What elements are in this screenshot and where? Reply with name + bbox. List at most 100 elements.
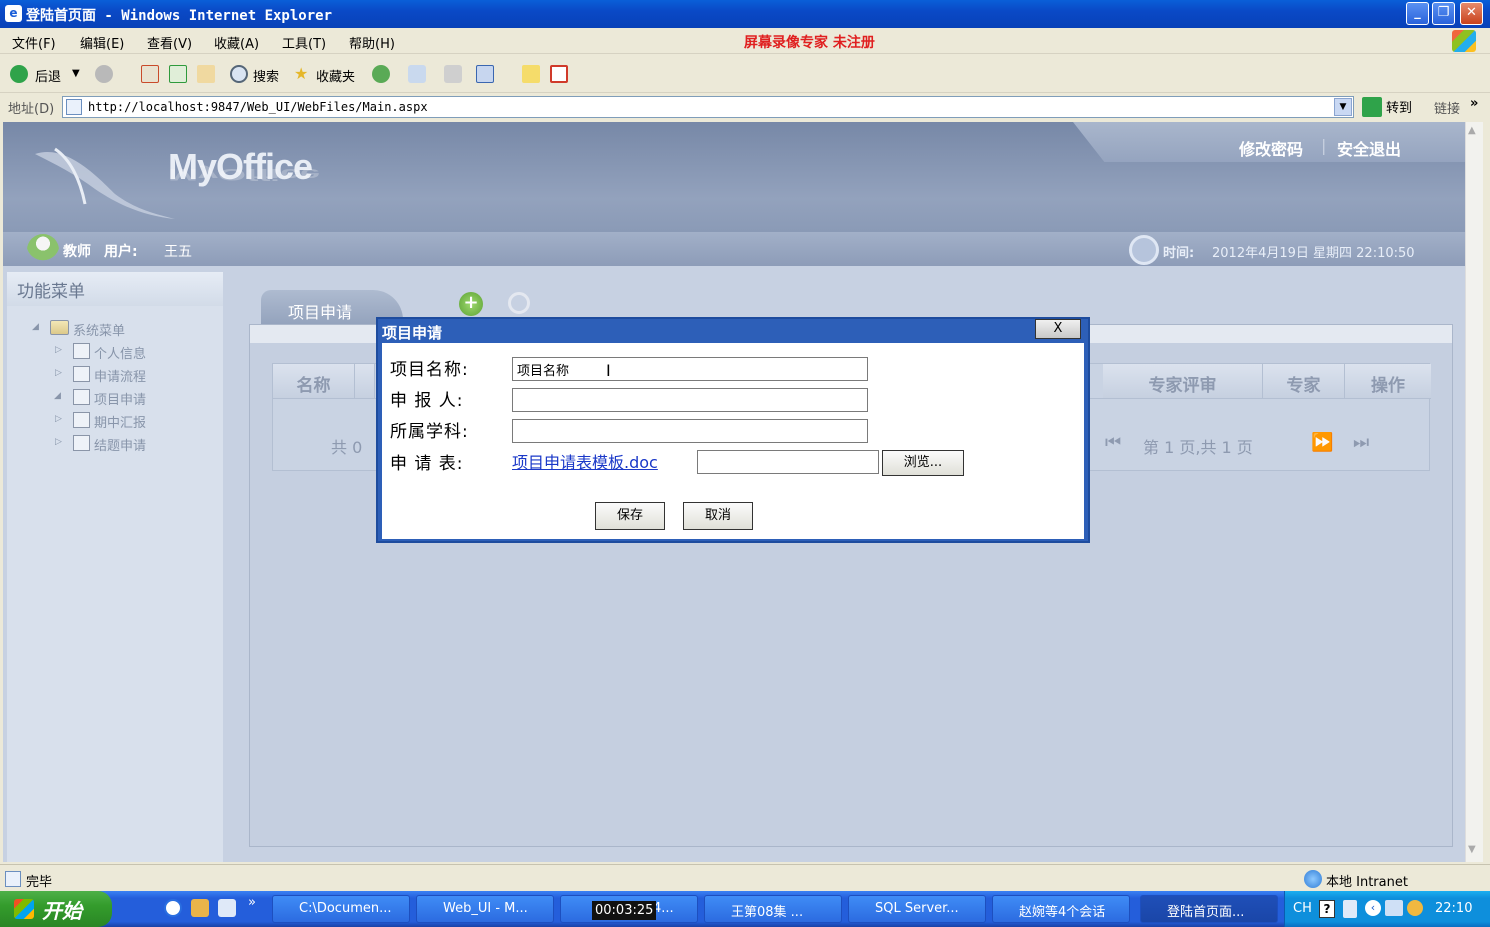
search-magnifier-icon[interactable]: [508, 292, 530, 314]
quicklaunch-media-icon[interactable]: [191, 899, 209, 917]
refresh-icon[interactable]: [169, 65, 187, 83]
logout-link[interactable]: 安全退出: [1337, 136, 1401, 160]
tray-qq-icon[interactable]: [1407, 900, 1423, 916]
add-icon[interactable]: +: [459, 292, 483, 316]
cancel-button[interactable]: 取消: [683, 502, 753, 530]
quicklaunch-ie-icon[interactable]: [164, 899, 182, 917]
grid-header-action[interactable]: 操作: [1345, 364, 1431, 398]
text-cursor-icon: I: [606, 361, 611, 380]
start-label: 开始: [42, 899, 82, 923]
file-path-input[interactable]: [697, 450, 879, 474]
tree-item-label: 期中汇报: [94, 416, 147, 431]
menu-favorites[interactable]: 收藏(A): [214, 33, 259, 52]
forward-arrow-icon[interactable]: [95, 65, 113, 83]
grid-header-expert-review[interactable]: 专家评审: [1103, 364, 1263, 398]
project-apply-dialog: 项目申请 X 项目名称: I 申 报 人: 所属学科: 申 请 表: 项目申请表…: [376, 317, 1090, 543]
document-icon: [73, 435, 90, 451]
collapse-arrow-icon[interactable]: ▷: [55, 414, 62, 424]
grid-header-col2[interactable]: [355, 364, 375, 398]
template-download-link[interactable]: 项目申请表模板.doc: [512, 449, 658, 473]
mail-icon[interactable]: [408, 65, 426, 83]
tree-item-project-apply[interactable]: ◢ 项目申请: [7, 387, 223, 409]
tree-root[interactable]: ◢ 系统菜单: [7, 318, 223, 340]
tray-usb-icon[interactable]: [1343, 900, 1357, 918]
expand-arrow-icon[interactable]: ◢: [54, 391, 61, 401]
quicklaunch-more-icon[interactable]: »: [248, 895, 256, 910]
menu-view[interactable]: 查看(V): [147, 33, 192, 52]
favorites-star-icon[interactable]: ★: [294, 64, 308, 83]
favorites-button[interactable]: 收藏夹: [316, 66, 355, 85]
edit-icon[interactable]: [476, 65, 494, 83]
page-done-icon: [5, 871, 21, 887]
history-icon[interactable]: [372, 65, 390, 83]
minimize-button[interactable]: _: [1406, 2, 1429, 25]
tree-item-apply-flow[interactable]: ▷ 申请流程: [7, 364, 223, 386]
chevron-right-icon[interactable]: »: [1470, 96, 1478, 111]
back-dropdown-icon[interactable]: ▼: [72, 68, 80, 79]
vertical-scrollbar[interactable]: ▲ ▼: [1465, 122, 1483, 862]
expand-arrow-icon[interactable]: ◢: [32, 322, 39, 332]
save-button[interactable]: 保存: [595, 502, 665, 530]
dialog-title: 项目申请: [382, 324, 443, 342]
discipline-input[interactable]: [512, 419, 868, 443]
tree-item-personal-info[interactable]: ▷ 个人信息: [7, 341, 223, 363]
back-arrow-icon[interactable]: [10, 65, 28, 83]
grid-header-name[interactable]: 名称: [273, 364, 355, 398]
notes-icon[interactable]: [522, 65, 540, 83]
applicant-input[interactable]: [512, 388, 868, 412]
address-dropdown-icon[interactable]: ▼: [1334, 98, 1352, 116]
menu-edit[interactable]: 编辑(E): [80, 33, 124, 52]
address-bar: 地址(D) http://localhost:9847/Web_UI/WebFi…: [0, 93, 1490, 121]
maximize-button[interactable]: ❐: [1432, 2, 1455, 25]
window-title: 登陆首页面 - Windows Internet Explorer: [26, 8, 333, 24]
scroll-down-icon[interactable]: ▼: [1468, 844, 1476, 855]
search-button[interactable]: 搜索: [253, 66, 279, 85]
dialog-close-button[interactable]: X: [1035, 319, 1081, 339]
bird-logo-icon: [35, 147, 175, 219]
browse-button[interactable]: 浏览...: [882, 450, 964, 476]
task-explorer[interactable]: C:\Documen...: [272, 895, 410, 923]
change-password-link[interactable]: 修改密码: [1239, 136, 1303, 160]
grid-header-expert[interactable]: 专家: [1263, 364, 1345, 398]
first-page-icon[interactable]: ⏮: [1105, 432, 1121, 453]
project-name-input[interactable]: [512, 357, 868, 381]
tray-network-icon[interactable]: [1385, 900, 1403, 916]
quicklaunch-desktop-icon[interactable]: [218, 899, 236, 917]
go-button[interactable]: 转到: [1386, 97, 1412, 116]
go-arrow-icon[interactable]: [1362, 97, 1382, 117]
help-icon[interactable]: ?: [1319, 900, 1335, 918]
messenger-icon[interactable]: [550, 65, 568, 83]
home-icon[interactable]: [197, 65, 215, 83]
task-visual-studio[interactable]: Web_UI - M...: [416, 895, 554, 923]
task-media-player[interactable]: 王第08集 ...: [704, 895, 842, 923]
menu-help[interactable]: 帮助(H): [349, 33, 395, 52]
system-tray: CH ? ‹ 22:10: [1284, 891, 1490, 927]
last-page-icon[interactable]: ⏭: [1353, 432, 1369, 453]
collapse-arrow-icon[interactable]: ▷: [55, 368, 62, 378]
back-button[interactable]: 后退: [35, 66, 61, 85]
tree-item-conclusion[interactable]: ▷ 结题申请: [7, 433, 223, 455]
scroll-up-icon[interactable]: ▲: [1468, 125, 1476, 136]
site-header: MyOffice MyOffice 修改密码 | 安全退出: [3, 122, 1465, 232]
links-button[interactable]: 链接: [1434, 98, 1460, 117]
dialog-body: 项目名称: I 申 报 人: 所属学科: 申 请 表: 项目申请表模板.doc …: [382, 343, 1084, 539]
menu-file[interactable]: 文件(F): [12, 33, 56, 52]
window-titlebar[interactable]: e 登陆首页面 - Windows Internet Explorer _ ❐ …: [0, 0, 1490, 28]
tree-item-midterm[interactable]: ▷ 期中汇报: [7, 410, 223, 432]
collapse-arrow-icon[interactable]: ▷: [55, 437, 62, 447]
search-icon[interactable]: [230, 65, 248, 83]
function-menu: 功能菜单 ◢ 系统菜单 ▷ 个人信息 ▷ 申请流程 ◢ 项目申请 ▷ 期中汇报 …: [7, 272, 223, 862]
stop-icon[interactable]: [141, 65, 159, 83]
close-button[interactable]: ✕: [1460, 2, 1483, 25]
menu-tools[interactable]: 工具(T): [282, 33, 326, 52]
tray-collapse-icon[interactable]: ‹: [1365, 900, 1381, 916]
collapse-arrow-icon[interactable]: ▷: [55, 345, 62, 355]
print-icon[interactable]: [444, 65, 462, 83]
next-page-icon[interactable]: ⏩: [1311, 432, 1333, 453]
time-label: 时间:: [1163, 246, 1195, 261]
task-sql-server[interactable]: SQL Server...: [848, 895, 986, 923]
language-indicator[interactable]: CH: [1293, 901, 1312, 916]
task-login-page[interactable]: 登陆首页面...: [1140, 895, 1278, 923]
application-form-label: 申 请 表:: [390, 454, 464, 474]
task-chat-session[interactable]: 赵婉等4个会话: [992, 895, 1130, 923]
